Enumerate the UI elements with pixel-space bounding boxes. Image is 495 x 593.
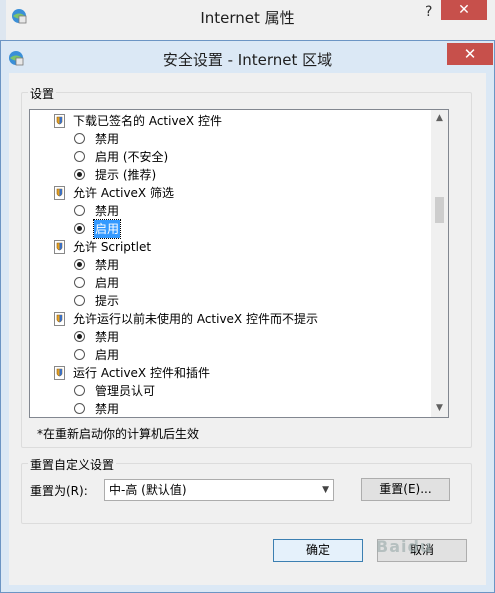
- radio-button[interactable]: [74, 259, 85, 270]
- vertical-scrollbar[interactable]: ▲ ▼: [431, 110, 448, 417]
- radio-button[interactable]: [74, 151, 85, 162]
- setting-category-label: 允许运行以前未使用的 ActiveX 控件而不提示: [73, 312, 318, 326]
- radio-button[interactable]: [74, 331, 85, 342]
- setting-option-label: 管理员认可: [95, 384, 156, 398]
- radio-button[interactable]: [74, 205, 85, 216]
- settings-group-label: 设置: [28, 85, 57, 102]
- setting-option-label: 提示 (推荐): [95, 168, 157, 182]
- settings-page-icon: [54, 240, 65, 254]
- reset-to-label: 重置为(R):: [30, 484, 88, 498]
- setting-option-label: 启用: [95, 276, 120, 290]
- setting-category-label: 下载已签名的 ActiveX 控件: [73, 114, 222, 128]
- scroll-down-icon[interactable]: ▼: [431, 400, 448, 417]
- setting-category-label: 允许 ActiveX 筛选: [73, 186, 174, 200]
- close-button[interactable]: ✕: [447, 43, 493, 65]
- reset-button[interactable]: 重置(E)...: [361, 478, 450, 501]
- settings-page-icon: [54, 366, 65, 380]
- reset-level-value: 中-高 (默认值): [109, 483, 187, 497]
- watermark-logo: Baidu: [376, 537, 433, 556]
- reset-group-label: 重置自定义设置: [28, 456, 117, 473]
- settings-list-content: 下载已签名的 ActiveX 控件 禁用 启用 (不安全) 提示 (推荐) 允许 Act…: [30, 110, 431, 417]
- setting-option-label: 禁用: [95, 204, 120, 218]
- parent-window-title: Internet 属性: [200, 9, 295, 27]
- dialog-titlebar[interactable]: 安全设置 - Internet 区域 ✕: [1, 41, 494, 73]
- dialog-title: 安全设置 - Internet 区域: [162, 51, 333, 69]
- setting-option-label: 启用 (不安全): [95, 150, 169, 164]
- ok-button[interactable]: 确定: [273, 539, 363, 562]
- parent-window-titlebar: Internet 属性 ? ✕: [0, 0, 495, 41]
- radio-button[interactable]: [74, 277, 85, 288]
- settings-page-icon: [54, 114, 65, 128]
- setting-option-label: 启用: [95, 348, 120, 362]
- radio-button[interactable]: [74, 169, 85, 180]
- parent-help-icon[interactable]: ?: [425, 4, 440, 22]
- setting-option-label: 禁用: [95, 258, 120, 272]
- radio-button[interactable]: [74, 295, 85, 306]
- radio-button[interactable]: [74, 403, 85, 414]
- setting-option-label: 提示: [95, 294, 120, 308]
- radio-button[interactable]: [74, 385, 85, 396]
- radio-button[interactable]: [74, 223, 85, 234]
- parent-close-button[interactable]: ✕: [441, 0, 487, 20]
- radio-button[interactable]: [74, 133, 85, 144]
- chevron-down-icon: ▼: [322, 485, 329, 495]
- reset-level-select[interactable]: 中-高 (默认值) ▼: [104, 479, 334, 501]
- setting-category-label: 允许 Scriptlet: [73, 240, 152, 254]
- scroll-thumb[interactable]: [435, 197, 444, 223]
- setting-option-label: 启用: [92, 219, 122, 239]
- setting-category-label: 运行 ActiveX 控件和插件: [73, 366, 210, 380]
- settings-page-icon: [54, 186, 65, 200]
- restart-note: *在重新启动你的计算机后生效: [37, 427, 200, 441]
- setting-option-label: 禁用: [95, 402, 120, 416]
- scroll-up-icon[interactable]: ▲: [431, 110, 448, 127]
- setting-option-label: 禁用: [95, 132, 120, 146]
- setting-option-label: 禁用: [95, 330, 120, 344]
- settings-page-icon: [54, 312, 65, 326]
- radio-button[interactable]: [74, 349, 85, 360]
- settings-list[interactable]: 下载已签名的 ActiveX 控件 禁用 启用 (不安全) 提示 (推荐) 允许 Act…: [29, 109, 449, 418]
